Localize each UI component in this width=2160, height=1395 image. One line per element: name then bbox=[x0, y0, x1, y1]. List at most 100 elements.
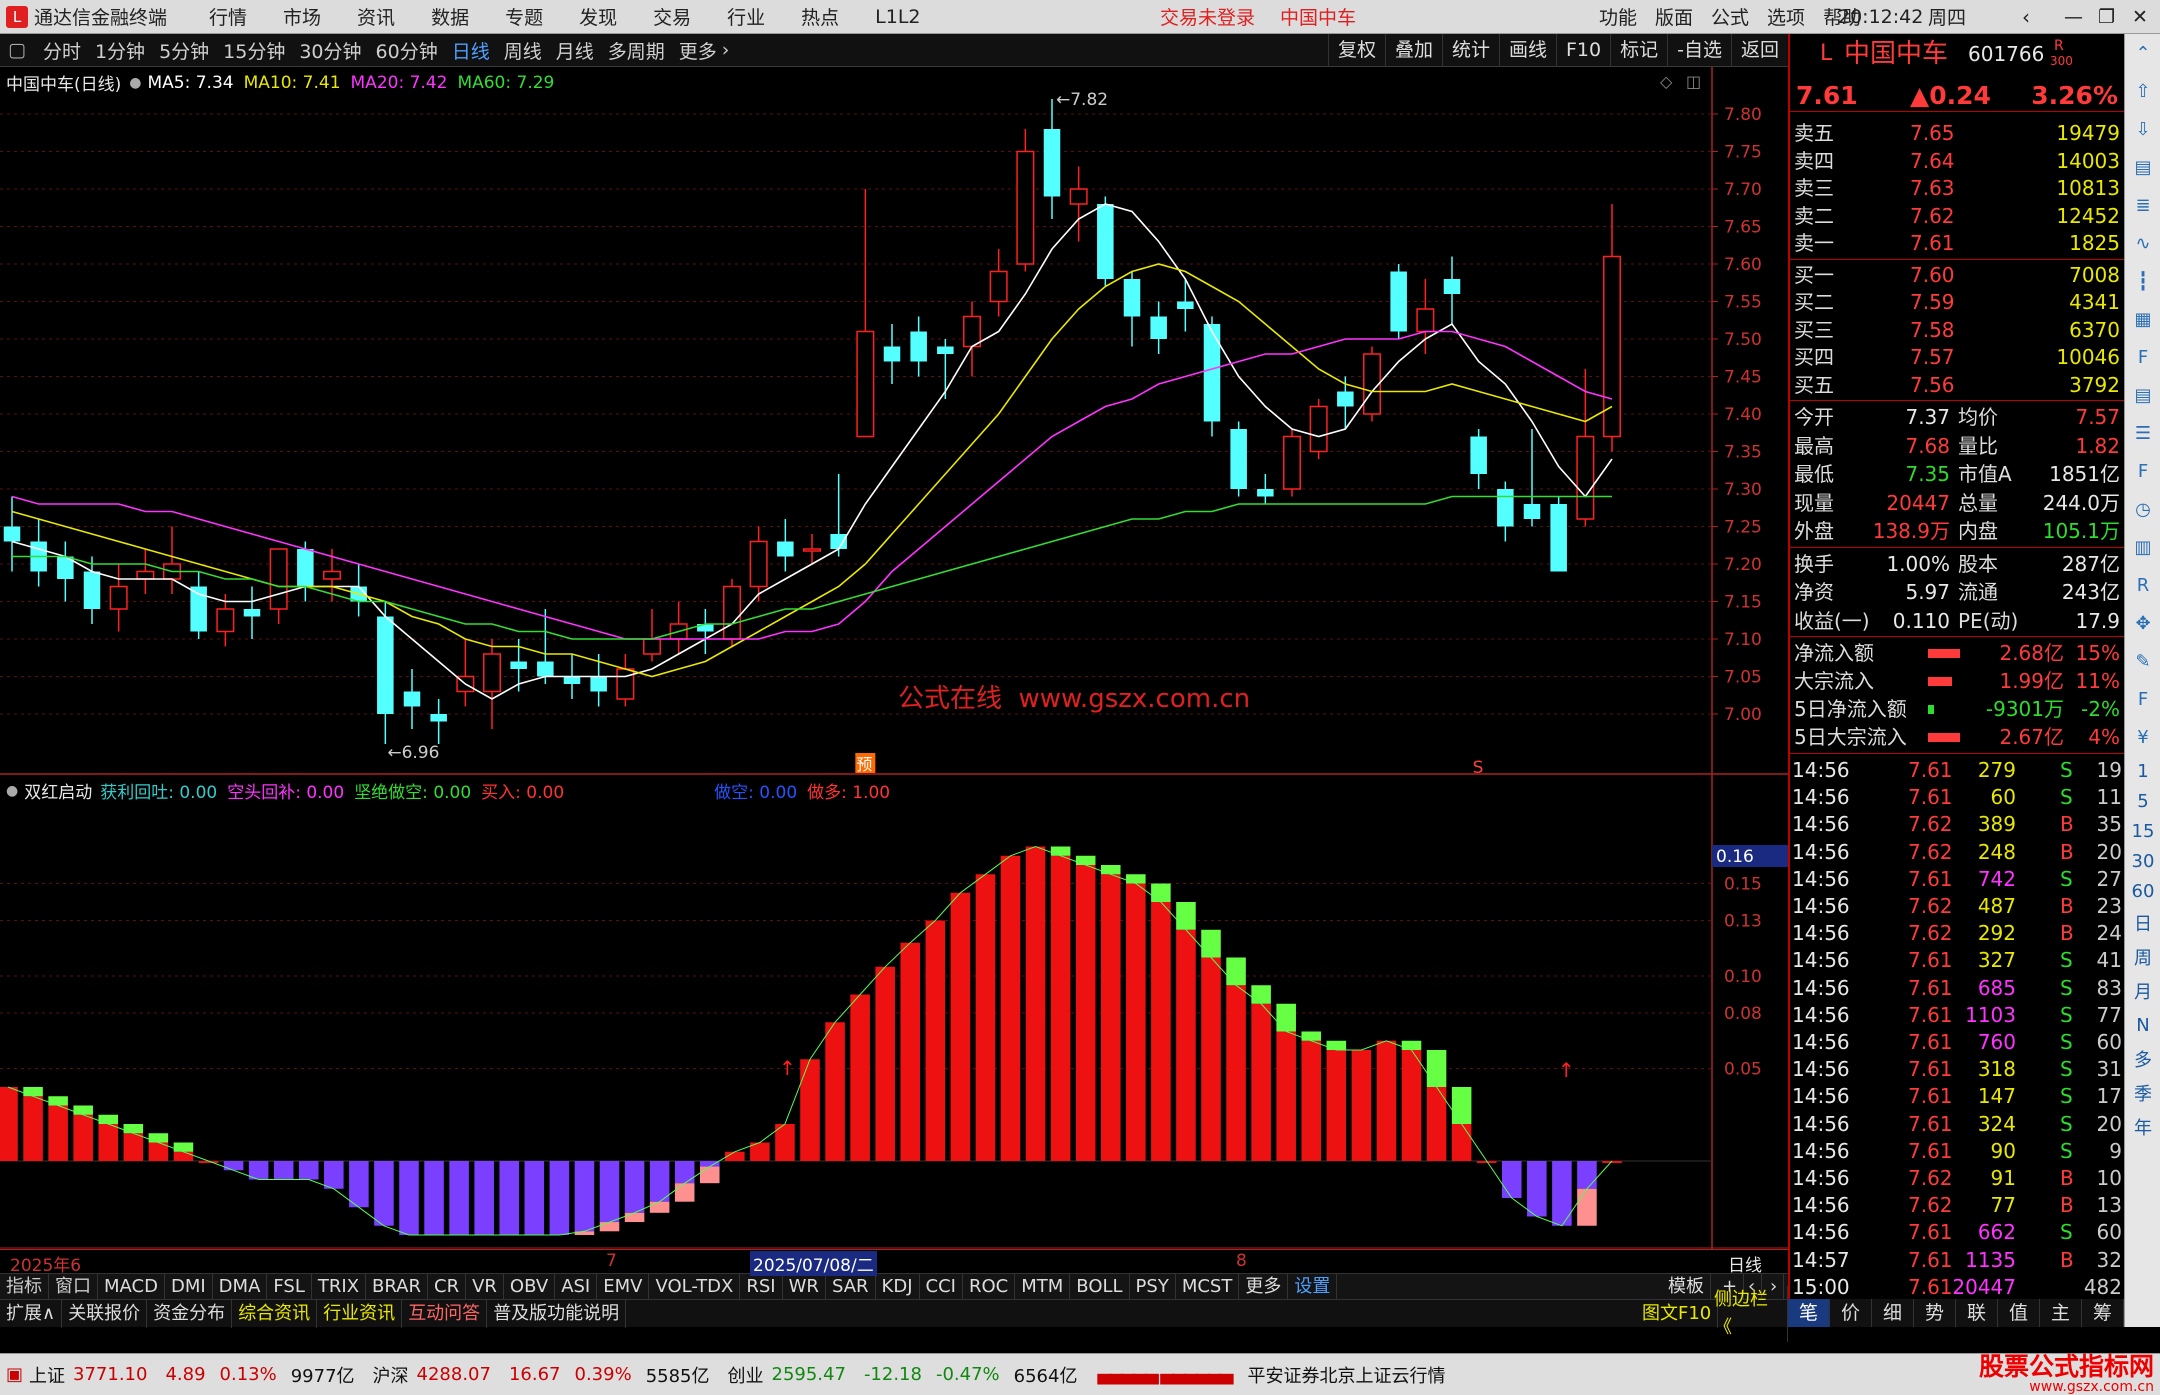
indicator-tab-12[interactable]: EMV bbox=[597, 1273, 650, 1300]
ask-row[interactable]: 卖五 7.65 19479 bbox=[1790, 120, 2126, 147]
quote-tab-1[interactable]: 价 bbox=[1830, 1299, 1872, 1327]
info-tab-0[interactable]: 扩展∧ bbox=[0, 1299, 63, 1328]
indicator-chart[interactable]: 0.15 0.13 0.10 0.08 0.05 0.16 ↑ ↑ bbox=[0, 775, 1788, 1249]
tool-button-4[interactable]: F10 bbox=[1556, 34, 1610, 67]
period-tab-2[interactable]: 5分钟 bbox=[152, 37, 216, 64]
bar-icon[interactable]: ▥ bbox=[2125, 528, 2160, 566]
template-tab[interactable]: 模板 bbox=[1662, 1273, 1711, 1300]
sidebar-period-num-3[interactable]: 30 bbox=[2125, 846, 2160, 876]
period-tab-10[interactable]: 更多 bbox=[672, 37, 724, 64]
sidebar-period-1[interactable]: 周 bbox=[2125, 940, 2160, 974]
ask-row[interactable]: 卖三 7.63 10813 bbox=[1790, 175, 2126, 202]
minimize-icon[interactable]: — bbox=[2064, 6, 2083, 28]
money-icon[interactable]: ¥ bbox=[2125, 718, 2160, 756]
fs-icon[interactable]: F bbox=[2125, 680, 2160, 718]
menu-item-3[interactable]: 数据 bbox=[431, 3, 469, 30]
up-arrow-icon[interactable]: ⇧ bbox=[2125, 72, 2160, 110]
indicator-tab-3[interactable]: DMI bbox=[165, 1273, 213, 1300]
panel-icon[interactable]: ◫ bbox=[1686, 72, 1701, 91]
indicator-tab-20[interactable]: MTM bbox=[1015, 1273, 1071, 1300]
period-tab-6[interactable]: 日线 bbox=[445, 37, 497, 64]
info-tab-4[interactable]: 行业资讯 bbox=[317, 1299, 403, 1328]
indicator-toggle-icon[interactable]: ● bbox=[6, 783, 18, 799]
indicator-tab-24[interactable]: 更多 bbox=[1239, 1273, 1289, 1300]
rsi-icon[interactable]: R bbox=[2125, 566, 2160, 604]
indicator-tab-10[interactable]: OBV bbox=[504, 1273, 556, 1300]
pen-icon[interactable]: ✎ bbox=[2125, 642, 2160, 680]
indicator-tab-21[interactable]: BOLL bbox=[1070, 1273, 1130, 1300]
indicator-tab-18[interactable]: CCI bbox=[920, 1273, 963, 1300]
menu-item-2[interactable]: 资讯 bbox=[357, 3, 395, 30]
monitor-icon[interactable]: ▤ bbox=[2125, 148, 2160, 186]
trade-status[interactable]: 交易未登录 bbox=[1160, 3, 1255, 30]
tool-button-1[interactable]: 叠加 bbox=[1384, 34, 1442, 67]
indicator-tab-8[interactable]: CR bbox=[428, 1273, 467, 1300]
period-tab-4[interactable]: 30分钟 bbox=[292, 37, 368, 64]
sidebar-toggle[interactable]: 侧边栏《 bbox=[1708, 1285, 1788, 1342]
indicator-tab-7[interactable]: BRAR bbox=[366, 1273, 428, 1300]
menu-item-5[interactable]: 发现 bbox=[579, 3, 617, 30]
indicator-tab-14[interactable]: RSI bbox=[740, 1273, 783, 1300]
f10-link[interactable]: 图文F10 bbox=[1636, 1299, 1719, 1328]
right-menu-item-0[interactable]: 功能 bbox=[1599, 3, 1637, 30]
info-tab-3[interactable]: 综合资讯 bbox=[232, 1299, 318, 1328]
index-name[interactable]: 上证 bbox=[29, 1362, 65, 1388]
sidebar-period-num-4[interactable]: 60 bbox=[2125, 876, 2160, 906]
indicator-tab-6[interactable]: TRIX bbox=[312, 1273, 367, 1300]
quote-tab-7[interactable]: 筹 bbox=[2082, 1299, 2124, 1327]
candle-icon[interactable]: ┇ bbox=[2125, 262, 2160, 300]
index-name[interactable]: 沪深 bbox=[373, 1362, 409, 1388]
indicator-tab-22[interactable]: PSY bbox=[1130, 1273, 1176, 1300]
clock-icon[interactable]: ◷ bbox=[2125, 490, 2160, 528]
right-menu-item-3[interactable]: 选项 bbox=[1767, 3, 1805, 30]
sidebar-period-num-2[interactable]: 15 bbox=[2125, 816, 2160, 846]
down-arrow-icon[interactable]: ⇩ bbox=[2125, 110, 2160, 148]
sidebar-period-5[interactable]: 季 bbox=[2125, 1076, 2160, 1110]
indicator-tab-4[interactable]: DMA bbox=[213, 1273, 268, 1300]
indicator-tab-2[interactable]: MACD bbox=[98, 1273, 165, 1300]
legend-toggle-icon[interactable]: ● bbox=[129, 75, 141, 91]
sidebar-period-6[interactable]: 年 bbox=[2125, 1110, 2160, 1144]
kline-chart[interactable]: 7.80 7.75 7.70 7.65 7.60 7.55 7.50 7.45 7.40 7.35… bbox=[0, 67, 1788, 775]
indicator-tab-23[interactable]: MCST bbox=[1176, 1273, 1240, 1300]
period-tab-0[interactable]: 分时 bbox=[36, 37, 88, 64]
info-tab-1[interactable]: 关联报价 bbox=[62, 1299, 148, 1328]
f2-icon[interactable]: F bbox=[2125, 452, 2160, 490]
right-menu-item-1[interactable]: 版面 bbox=[1655, 3, 1693, 30]
quote-tab-2[interactable]: 细 bbox=[1872, 1299, 1914, 1327]
close-icon[interactable]: ✕ bbox=[2132, 6, 2148, 28]
menu-item-8[interactable]: 热点 bbox=[801, 3, 839, 30]
quote-tab-5[interactable]: 值 bbox=[1998, 1299, 2040, 1327]
layout-icon[interactable]: ▢ bbox=[8, 39, 26, 61]
bid-row[interactable]: 买二 7.59 4341 bbox=[1790, 289, 2126, 316]
up-icon[interactable]: ⌃ bbox=[2125, 34, 2160, 72]
diamond-icon[interactable]: ◇ bbox=[1660, 72, 1673, 91]
period-tab-9[interactable]: 多周期 bbox=[601, 37, 672, 64]
sidebar-period-num-0[interactable]: 1 bbox=[2125, 756, 2160, 786]
period-tab-8[interactable]: 月线 bbox=[549, 37, 601, 64]
tool-button-7[interactable]: 返回 bbox=[1730, 34, 1788, 67]
status-menu-icon[interactable]: ▣ bbox=[6, 1364, 23, 1385]
period-tab-3[interactable]: 15分钟 bbox=[216, 37, 292, 64]
sidebar-period-2[interactable]: 月 bbox=[2125, 974, 2160, 1008]
indicator-tab-11[interactable]: ASI bbox=[555, 1273, 598, 1300]
indicator-tab-9[interactable]: VR bbox=[466, 1273, 504, 1300]
menu-item-6[interactable]: 交易 bbox=[653, 3, 691, 30]
indicator-tab-16[interactable]: SAR bbox=[826, 1273, 876, 1300]
tool-button-5[interactable]: 标记 bbox=[1610, 34, 1667, 67]
info-tab-2[interactable]: 资金分布 bbox=[147, 1299, 233, 1328]
line-chart-icon[interactable]: ∿ bbox=[2125, 224, 2160, 262]
bid-row[interactable]: 买五 7.56 3792 bbox=[1790, 372, 2126, 399]
ask-row[interactable]: 卖二 7.62 12452 bbox=[1790, 203, 2126, 230]
quote-tab-0[interactable]: 笔 bbox=[1788, 1299, 1830, 1327]
table-icon[interactable]: ▦ bbox=[2125, 300, 2160, 338]
indicator-tab-1[interactable]: 窗口 bbox=[49, 1273, 98, 1300]
indicator-tab-13[interactable]: VOL-TDX bbox=[649, 1273, 741, 1300]
bid-row[interactable]: 买三 7.58 6370 bbox=[1790, 317, 2126, 344]
menu-item-0[interactable]: 行情 bbox=[209, 3, 247, 30]
quote-tab-3[interactable]: 势 bbox=[1914, 1299, 1956, 1327]
restore-icon[interactable]: ❐ bbox=[2098, 6, 2115, 28]
sidebar-period-num-1[interactable]: 5 bbox=[2125, 786, 2160, 816]
news-icon[interactable]: ▤ bbox=[2125, 376, 2160, 414]
menu-item-1[interactable]: 市场 bbox=[283, 3, 321, 30]
